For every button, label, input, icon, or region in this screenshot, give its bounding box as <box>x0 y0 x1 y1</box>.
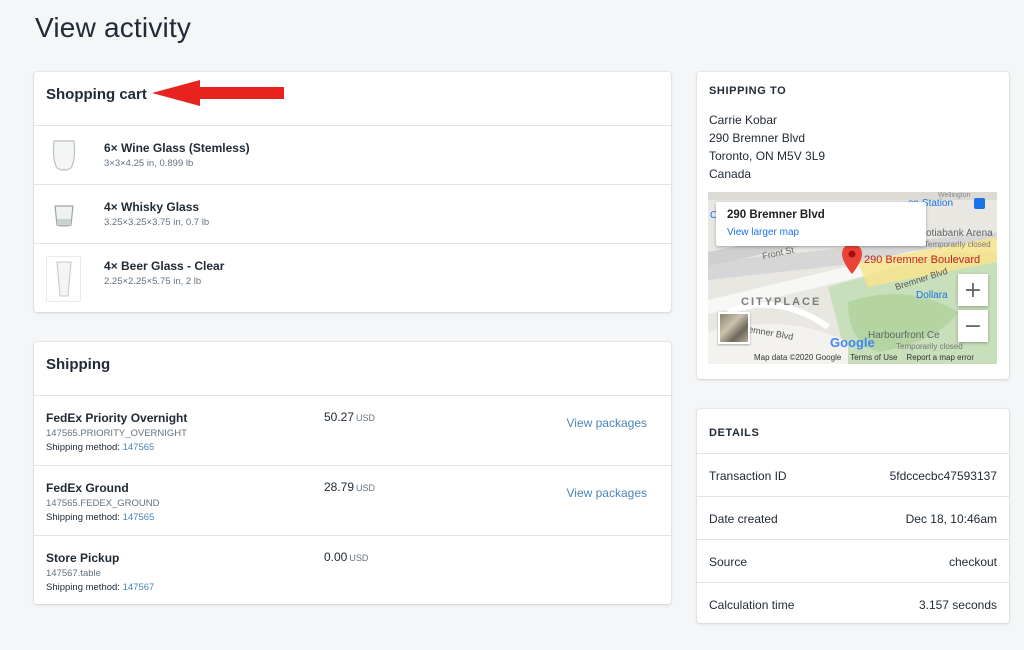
whisky-glass-icon <box>46 193 81 236</box>
shipping-method-ref: Shipping method: 147567 <box>46 582 154 593</box>
shipping-method-name: FedEx Priority Overnight <box>46 411 188 425</box>
street-view-thumbnail[interactable] <box>718 312 750 344</box>
shipping-price-value: 50.27 <box>324 410 355 424</box>
shopping-cart-card: Shopping cart 6× Wine Glass (Stemless) 3… <box>34 72 671 312</box>
detail-key: Date created <box>709 512 778 526</box>
detail-key: Calculation time <box>709 598 795 612</box>
map-label-arena: otiabank Arena <box>926 228 993 239</box>
shipping-card: Shipping FedEx Priority Overnight 147565… <box>34 342 671 604</box>
map-label-neighbourhood: CITYPLACE <box>741 296 822 308</box>
map-label-dollar: Dollara <box>916 290 948 301</box>
cart-item[interactable]: 6× Wine Glass (Stemless) 3×3×4.25 in, 0.… <box>34 125 671 184</box>
cart-item-name: 4× Beer Glass - Clear <box>104 259 225 273</box>
map-label-closed: Temporarily closed <box>896 342 963 351</box>
shipping-method-ref: Shipping method: 147565 <box>46 442 154 453</box>
cart-item-dims: 2.25×2.25×5.75 in, 2 lb <box>104 276 202 287</box>
shopping-cart-title: Shopping cart <box>46 86 147 103</box>
address-city: Toronto, ON M5V 3L9 <box>709 149 826 163</box>
shipping-method-label: Shipping method: <box>46 582 120 593</box>
detail-row: Date created Dec 18, 10:46am <box>697 496 1009 539</box>
details-header: DETAILS <box>697 409 1009 453</box>
cart-item-dims: 3.25×3.25×3.75 in, 0.7 lb <box>104 217 210 228</box>
beer-glass-icon <box>46 256 81 302</box>
shipping-address: Carrie Kobar 290 Bremner Blvd Toronto, O… <box>709 111 825 183</box>
detail-value: checkout <box>948 555 997 569</box>
detail-row: Calculation time 3.157 seconds <box>697 582 1009 625</box>
map-label-wellington: Wellington <box>938 192 971 199</box>
cart-item-dims: 3×3×4.25 in, 0.899 lb <box>104 158 194 169</box>
detail-row: Transaction ID 5fdccecbc47593137 <box>697 453 1009 496</box>
shipping-method-id-link[interactable]: 147565 <box>123 442 155 453</box>
shipping-method-label: Shipping method: <box>46 512 120 523</box>
wine-glass-icon <box>46 134 81 177</box>
detail-value: 3.157 seconds <box>918 598 997 612</box>
cart-item-name: 6× Wine Glass (Stemless) <box>104 141 250 155</box>
address-name: Carrie Kobar <box>709 113 778 127</box>
view-packages-link[interactable]: View packages <box>567 486 648 500</box>
detail-row: Source checkout <box>697 539 1009 582</box>
zoom-in-button[interactable]: + <box>958 274 988 306</box>
detail-value: Dec 18, 10:46am <box>905 512 997 526</box>
shipping-price: 50.27 USD <box>324 410 375 424</box>
view-larger-map-link[interactable]: View larger map <box>727 227 799 238</box>
google-logo: Google <box>830 335 875 350</box>
detail-value: 5fdccecbc47593137 <box>889 469 997 483</box>
transit-icon <box>974 198 985 209</box>
map-info-card: 290 Bremner Blvd View larger map <box>716 202 926 246</box>
cart-item[interactable]: 4× Beer Glass - Clear 2.25×2.25×5.75 in,… <box>34 243 671 302</box>
shipping-method-name: Store Pickup <box>46 551 120 565</box>
red-arrow-annotation <box>152 80 284 106</box>
shipping-price-value: 0.00 <box>324 550 348 564</box>
shipping-method-id-link[interactable]: 147567 <box>123 582 155 593</box>
map-footer: Map data ©2020 Google Terms of Use Repor… <box>754 353 974 362</box>
map-label-closed: Temporarily closed <box>924 240 991 249</box>
map-pin-label: 290 Bremner Boulevard <box>864 254 981 266</box>
shipping-method-code: 147565.PRIORITY_OVERNIGHT <box>46 428 187 439</box>
map-card-title: 290 Bremner Blvd <box>727 209 825 221</box>
details-title: DETAILS <box>709 427 760 439</box>
shipping-currency: USD <box>356 483 376 493</box>
shopping-cart-header: Shopping cart <box>34 72 671 125</box>
report-map-error-link[interactable]: Report a map error <box>906 353 974 362</box>
shipping-price-value: 28.79 <box>324 480 355 494</box>
address-country: Canada <box>709 167 752 181</box>
map-pin-icon[interactable] <box>842 244 862 274</box>
address-map[interactable]: on Station C Wellington otiabank Arena T… <box>708 192 997 364</box>
detail-key: Source <box>709 555 748 569</box>
address-street: 290 Bremner Blvd <box>709 131 806 145</box>
map-data-credit: Map data ©2020 Google <box>754 353 842 362</box>
detail-key: Transaction ID <box>709 469 787 483</box>
zoom-out-button[interactable]: − <box>958 310 988 342</box>
shipping-method-code: 147565.FEDEX_GROUND <box>46 498 160 509</box>
shipping-method-label: Shipping method: <box>46 442 120 453</box>
view-packages-link[interactable]: View packages <box>567 416 648 430</box>
terms-of-use-link[interactable]: Terms of Use <box>850 353 897 362</box>
shipping-price: 28.79 USD <box>324 480 375 494</box>
shipping-method-row: Store Pickup 147567.table Shipping metho… <box>34 535 671 605</box>
shipping-header: Shipping <box>34 342 671 395</box>
map-label-harbour: Harbourfront Ce <box>868 330 940 341</box>
cart-item[interactable]: 4× Whisky Glass 3.25×3.25×3.75 in, 0.7 l… <box>34 184 671 243</box>
shipping-method-ref: Shipping method: 147565 <box>46 512 154 523</box>
shipping-currency: USD <box>349 553 369 563</box>
details-card: DETAILS Transaction ID 5fdccecbc47593137… <box>697 409 1009 623</box>
shipping-method-code: 147567.table <box>46 568 101 579</box>
shipping-method-name: FedEx Ground <box>46 481 129 495</box>
shipping-currency: USD <box>356 413 376 423</box>
page-title: View activity <box>35 12 192 43</box>
shipping-to-title: SHIPPING TO <box>709 85 787 97</box>
shipping-method-row: FedEx Priority Overnight 147565.PRIORITY… <box>34 395 671 465</box>
shipping-title: Shipping <box>46 356 111 373</box>
shipping-method-id-link[interactable]: 147565 <box>123 512 155 523</box>
shipping-method-row: FedEx Ground 147565.FEDEX_GROUND Shippin… <box>34 465 671 535</box>
cart-item-name: 4× Whisky Glass <box>104 200 200 214</box>
shipping-to-card: SHIPPING TO Carrie Kobar 290 Bremner Blv… <box>697 72 1009 379</box>
shipping-price: 0.00 USD <box>324 550 368 564</box>
